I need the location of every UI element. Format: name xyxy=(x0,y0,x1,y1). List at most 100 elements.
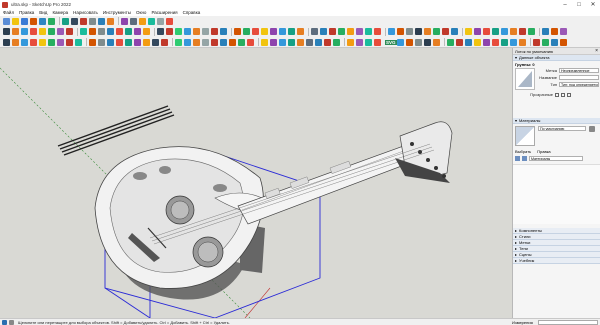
tool-icon[interactable] xyxy=(279,38,286,46)
tool-icon[interactable] xyxy=(415,28,422,35)
tool-icon[interactable] xyxy=(500,38,508,46)
tool-icon[interactable] xyxy=(80,28,87,35)
tool-icon[interactable] xyxy=(388,28,395,35)
tool-icon[interactable] xyxy=(491,38,499,46)
tool-icon[interactable] xyxy=(48,17,55,25)
tool-icon[interactable] xyxy=(39,28,46,35)
tool-icon[interactable] xyxy=(134,38,141,46)
tool-icon[interactable] xyxy=(559,38,567,46)
tab-edit[interactable]: Правка xyxy=(537,149,551,154)
maximize-button[interactable]: □ xyxy=(572,0,586,9)
measurements-input[interactable] xyxy=(538,319,598,325)
tool-icon[interactable] xyxy=(152,38,159,46)
tool-icon[interactable] xyxy=(193,38,200,46)
tool-icon[interactable] xyxy=(338,28,345,35)
tool-icon[interactable] xyxy=(406,28,413,35)
tool-icon[interactable] xyxy=(396,38,404,46)
create-material-icon[interactable] xyxy=(589,126,595,132)
tool-icon[interactable] xyxy=(510,28,517,35)
tool-icon[interactable] xyxy=(550,38,558,46)
tool-icon[interactable] xyxy=(509,38,517,46)
tool-icon[interactable] xyxy=(161,38,168,46)
tool-icon[interactable] xyxy=(202,38,209,46)
menu-view[interactable]: Вид xyxy=(39,10,47,15)
type-select[interactable]: Тип: под определяется xyxy=(559,82,599,87)
menu-tools[interactable]: Инструменты xyxy=(103,10,131,15)
tool-icon[interactable] xyxy=(125,38,132,46)
tool-icon[interactable] xyxy=(21,38,28,46)
tool-icon[interactable] xyxy=(12,17,19,25)
tool-icon[interactable] xyxy=(306,38,313,46)
svg-export-button[interactable]: SVG xyxy=(385,39,397,45)
tool-icon[interactable] xyxy=(247,38,254,46)
tool-icon[interactable] xyxy=(451,28,458,35)
tool-icon[interactable] xyxy=(39,38,46,46)
tool-icon[interactable] xyxy=(261,28,268,35)
close-icon[interactable]: × xyxy=(595,48,598,54)
menu-camera[interactable]: Камера xyxy=(52,10,68,15)
geolocation-icon[interactable] xyxy=(2,319,7,325)
tool-icon[interactable] xyxy=(175,28,182,35)
material-swatch[interactable] xyxy=(515,126,535,146)
tool-icon[interactable] xyxy=(442,28,449,35)
tool-icon[interactable] xyxy=(107,17,114,25)
tool-icon[interactable] xyxy=(107,28,114,35)
tool-icon[interactable] xyxy=(551,28,558,35)
tab-select[interactable]: Выбрать xyxy=(515,149,531,154)
back-icon[interactable] xyxy=(522,156,527,161)
tool-icon[interactable] xyxy=(30,28,37,35)
tool-icon[interactable] xyxy=(89,38,96,46)
tool-icon[interactable] xyxy=(80,17,87,25)
tool-icon[interactable] xyxy=(270,28,277,35)
tool-icon[interactable] xyxy=(220,38,227,46)
tool-icon[interactable] xyxy=(220,28,227,35)
tool-icon[interactable] xyxy=(446,38,454,46)
tool-icon[interactable] xyxy=(347,28,354,35)
tool-icon[interactable] xyxy=(98,17,105,25)
tool-icon[interactable] xyxy=(30,38,37,46)
tool-icon[interactable] xyxy=(270,38,277,46)
tool-icon[interactable] xyxy=(175,38,182,46)
credits-icon[interactable] xyxy=(9,319,14,325)
tool-icon[interactable] xyxy=(211,28,218,35)
tool-icon[interactable] xyxy=(492,28,499,35)
tool-icon[interactable] xyxy=(75,38,82,46)
visibility-checkbox[interactable] xyxy=(555,92,559,97)
tool-icon[interactable] xyxy=(98,28,105,35)
tool-icon[interactable] xyxy=(333,38,340,46)
tool-icon[interactable] xyxy=(473,38,481,46)
tool-icon[interactable] xyxy=(560,28,567,35)
tool-icon[interactable] xyxy=(519,28,526,35)
tool-icon[interactable] xyxy=(424,28,431,35)
tool-icon[interactable] xyxy=(315,38,322,46)
tool-icon[interactable] xyxy=(261,38,268,46)
tool-icon[interactable] xyxy=(89,17,96,25)
tool-icon[interactable] xyxy=(125,28,132,35)
tool-icon[interactable] xyxy=(143,38,150,46)
tool-icon[interactable] xyxy=(482,38,490,46)
tool-icon[interactable] xyxy=(252,28,259,35)
tool-icon[interactable] xyxy=(423,38,431,46)
model-drawing[interactable] xyxy=(0,48,512,318)
tool-icon[interactable] xyxy=(143,28,150,35)
tool-icon[interactable] xyxy=(3,38,10,46)
tool-icon[interactable] xyxy=(297,28,304,35)
tool-icon[interactable] xyxy=(365,38,372,46)
library-select[interactable]: Материалы xyxy=(529,156,583,161)
tool-icon[interactable] xyxy=(374,28,381,35)
tool-icon[interactable] xyxy=(433,28,440,35)
tool-icon[interactable] xyxy=(139,17,146,25)
tool-icon[interactable] xyxy=(465,28,472,35)
name-input[interactable] xyxy=(559,75,599,80)
tool-icon[interactable] xyxy=(532,38,540,46)
model-viewport[interactable] xyxy=(0,48,512,318)
tool-icon[interactable] xyxy=(121,17,128,25)
home-icon[interactable] xyxy=(515,156,520,161)
tool-icon[interactable] xyxy=(98,38,105,46)
tool-icon[interactable] xyxy=(3,17,10,25)
tool-icon[interactable] xyxy=(542,28,549,35)
tool-icon[interactable] xyxy=(414,38,422,46)
tool-icon[interactable] xyxy=(184,38,191,46)
tool-icon[interactable] xyxy=(229,38,236,46)
layer-select[interactable]: Неопределенное xyxy=(559,68,599,73)
